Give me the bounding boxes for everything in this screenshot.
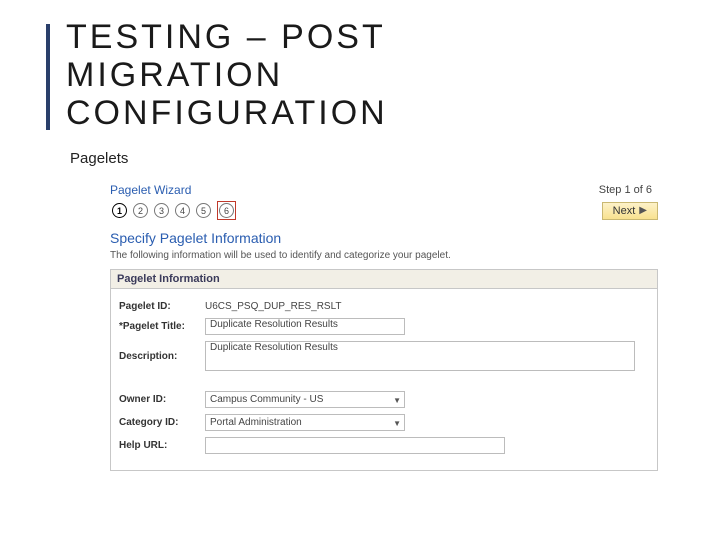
- category-id-select[interactable]: Portal Administration ▼: [205, 414, 405, 431]
- section-heading: Specify Pagelet Information: [110, 230, 658, 246]
- owner-id-select[interactable]: Campus Community - US ▼: [205, 391, 405, 408]
- section-description: The following information will be used t…: [110, 250, 658, 261]
- pagelet-info-panel: Pagelet Information Pagelet ID: U6CS_PSQ…: [110, 269, 658, 471]
- slide-title: TESTING – POST MIGRATION CONFIGURATION: [66, 18, 720, 132]
- owner-id-label: Owner ID:: [119, 394, 205, 405]
- caret-down-icon: ▼: [393, 396, 401, 405]
- screenshot-panel: Pagelet Wizard Step 1 of 6 1 2 3 4 5 6 N…: [110, 181, 658, 471]
- wizard-step-3[interactable]: 3: [154, 203, 169, 218]
- pagelet-title-label: *Pagelet Title:: [119, 321, 205, 332]
- description-input[interactable]: Duplicate Resolution Results: [205, 341, 635, 371]
- title-accent-bar: [46, 24, 50, 130]
- panel-header: Pagelet Information: [111, 270, 657, 289]
- title-line-3: CONFIGURATION: [66, 94, 388, 132]
- wizard-steps: 1 2 3 4 5 6: [110, 201, 236, 220]
- step-counter: Step 1 of 6: [599, 184, 652, 196]
- pagelet-title-input[interactable]: Duplicate Resolution Results: [205, 318, 405, 335]
- next-button-label: Next: [613, 205, 636, 217]
- wizard-step-2[interactable]: 2: [133, 203, 148, 218]
- pagelet-id-value: U6CS_PSQ_DUP_RES_RSLT: [205, 301, 342, 312]
- next-button[interactable]: Next ▶: [602, 202, 658, 220]
- wizard-step-1[interactable]: 1: [112, 203, 127, 218]
- title-line-2: MIGRATION: [66, 56, 283, 94]
- wizard-title: Pagelet Wizard: [110, 183, 191, 197]
- chevron-right-icon: ▶: [639, 205, 647, 216]
- wizard-step-6[interactable]: 6: [219, 203, 234, 218]
- wizard-step-5[interactable]: 5: [196, 203, 211, 218]
- description-label: Description:: [119, 351, 205, 362]
- title-line-1: TESTING – POST: [66, 18, 386, 56]
- slide-subhead: Pagelets: [70, 150, 720, 167]
- caret-down-icon: ▼: [393, 419, 401, 428]
- pagelet-id-label: Pagelet ID:: [119, 301, 205, 312]
- category-id-label: Category ID:: [119, 417, 205, 428]
- wizard-step-4[interactable]: 4: [175, 203, 190, 218]
- owner-id-value: Campus Community - US: [210, 394, 323, 405]
- wizard-step-6-highlight: 6: [217, 201, 236, 220]
- help-url-label: Help URL:: [119, 440, 205, 451]
- help-url-input[interactable]: [205, 437, 505, 454]
- category-id-value: Portal Administration: [210, 417, 302, 428]
